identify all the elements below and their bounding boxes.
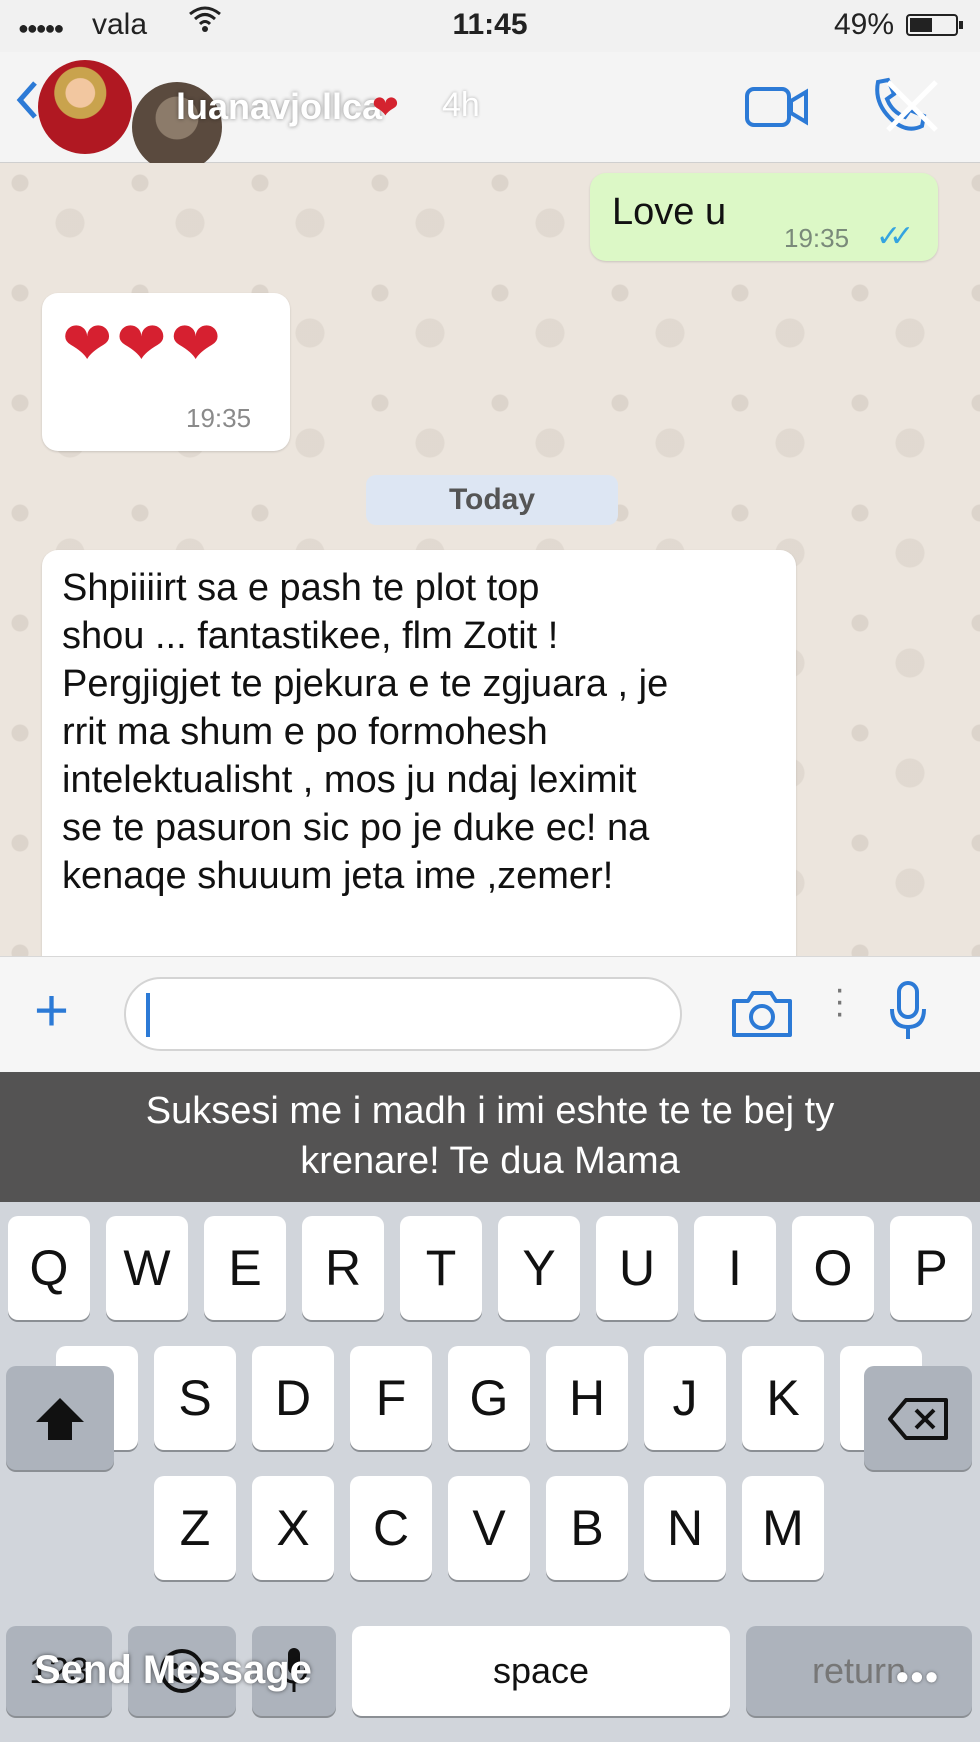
key-e[interactable]: E (204, 1216, 286, 1320)
message-time: 19:35 (186, 403, 252, 433)
send-message-overlay[interactable]: Send Message (34, 1648, 312, 1693)
key-d[interactable]: D (252, 1346, 334, 1450)
key-r[interactable]: R (302, 1216, 384, 1320)
caption-line-1: Suksesi me i madh i imi eshte te te bej … (145, 1090, 835, 1132)
more-options-icon[interactable]: · · · (834, 972, 845, 1030)
plus-icon[interactable]: + (34, 981, 69, 1041)
key-g[interactable]: G (448, 1346, 530, 1450)
key-q[interactable]: Q (8, 1216, 90, 1320)
backspace-key[interactable] (864, 1366, 972, 1470)
shift-icon (36, 1398, 84, 1440)
backspace-icon (888, 1398, 948, 1440)
status-bar: ●●●●● vala 11:45 49% (0, 0, 980, 52)
microphone-icon[interactable] (888, 981, 928, 1046)
message-input-bar: + · · · (0, 956, 980, 1073)
date-divider: Today (366, 475, 618, 525)
key-y[interactable]: Y (498, 1216, 580, 1320)
more-menu-icon[interactable]: ••• (896, 1656, 940, 1698)
story-time-ago: 4h (442, 86, 480, 124)
contact-avatar[interactable] (38, 60, 132, 154)
chat-area[interactable]: Love u 19:35 ✓✓ ❤❤❤ 19:35 Today Shpiiiir… (0, 163, 980, 956)
read-ticks-icon: ✓✓ (876, 220, 914, 253)
key-n[interactable]: N (644, 1476, 726, 1580)
video-call-icon[interactable] (744, 84, 810, 135)
key-v[interactable]: V (448, 1476, 530, 1580)
key-b[interactable]: B (546, 1476, 628, 1580)
shift-key[interactable] (6, 1366, 114, 1470)
incoming-message[interactable]: Shpiiiirt sa e pash te plot top shou ...… (42, 550, 796, 956)
incoming-message[interactable]: ❤❤❤ 19:35 (42, 293, 290, 451)
key-z[interactable]: Z (154, 1476, 236, 1580)
key-p[interactable]: P (890, 1216, 972, 1320)
key-t[interactable]: T (400, 1216, 482, 1320)
battery-icon (906, 14, 963, 36)
space-key[interactable]: space (352, 1626, 730, 1716)
message-time: 19:35 (784, 223, 850, 253)
key-c[interactable]: C (350, 1476, 432, 1580)
battery-percent: 49% (833, 8, 894, 41)
key-o[interactable]: O (792, 1216, 874, 1320)
outgoing-message[interactable]: Love u 19:35 ✓✓ (590, 173, 938, 261)
key-w[interactable]: W (106, 1216, 188, 1320)
caption-line-2: krenare! Te dua Mama (300, 1140, 680, 1182)
key-f[interactable]: F (350, 1346, 432, 1450)
message-text: Shpiiiirt sa e pash te plot top shou ...… (62, 567, 669, 897)
heart-icon: ❤ (372, 89, 399, 125)
message-text: Love u (612, 191, 727, 233)
message-input[interactable] (124, 977, 682, 1051)
key-m[interactable]: M (742, 1476, 824, 1580)
story-author-name[interactable]: luanavjollca (176, 86, 382, 128)
close-icon[interactable] (880, 74, 944, 143)
key-h[interactable]: H (546, 1346, 628, 1450)
key-u[interactable]: U (596, 1216, 678, 1320)
key-i[interactable]: I (694, 1216, 776, 1320)
text-caret (146, 993, 150, 1037)
back-arrow-icon[interactable] (16, 80, 38, 131)
story-caption: Suksesi me i madh i imi eshte te te bej … (0, 1072, 980, 1202)
chat-header: luanavjollca ❤ 4h (0, 52, 980, 172)
key-j[interactable]: J (644, 1346, 726, 1450)
key-x[interactable]: X (252, 1476, 334, 1580)
key-k[interactable]: K (742, 1346, 824, 1450)
hearts-emoji: ❤❤❤ (62, 310, 225, 377)
camera-icon[interactable] (730, 989, 794, 1044)
key-s[interactable]: S (154, 1346, 236, 1450)
